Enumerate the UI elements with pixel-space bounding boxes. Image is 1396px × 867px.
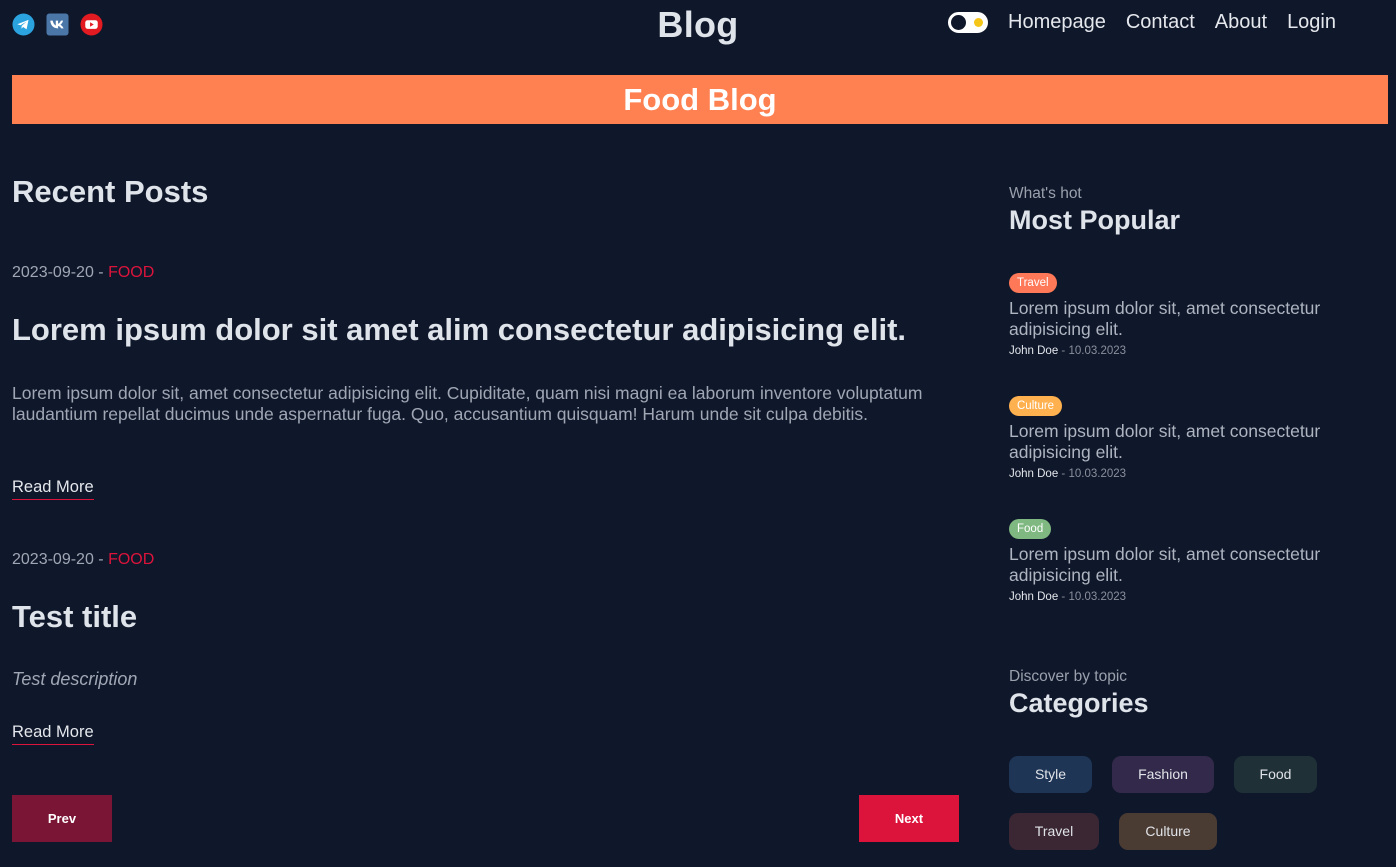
categories-title: Categories (1009, 688, 1149, 718)
meta-separator: - (1058, 468, 1069, 480)
popular-item[interactable]: Culture Lorem ipsum dolor sit, amet cons… (1009, 396, 1379, 480)
recent-posts-heading: Recent Posts (12, 174, 209, 209)
meta-separator: - (1058, 345, 1069, 357)
navbar: Blog Homepage Contact About Login (0, 0, 1396, 50)
post-meta: 2023-09-20 - FOOD (12, 551, 154, 569)
post-description: Lorem ipsum dolor sit, amet consectetur … (12, 383, 923, 424)
nav-link-login[interactable]: Login (1287, 11, 1336, 34)
category-travel[interactable]: Travel (1009, 813, 1099, 850)
popular-item-title[interactable]: Lorem ipsum dolor sit, amet consectetur … (1009, 298, 1379, 340)
read-more-link[interactable]: Read More (12, 478, 94, 500)
youtube-icon[interactable] (80, 13, 103, 36)
telegram-icon[interactable] (12, 13, 35, 36)
category-style[interactable]: Style (1009, 756, 1092, 793)
banner-title: Food Blog (623, 82, 777, 117)
popular-item[interactable]: Food Lorem ipsum dolor sit, amet consect… (1009, 519, 1379, 603)
toggle-knob (951, 15, 967, 30)
category-fashion[interactable]: Fashion (1112, 756, 1214, 793)
popular-item-title[interactable]: Lorem ipsum dolor sit, amet consectetur … (1009, 421, 1379, 463)
post-title[interactable]: Test title (12, 599, 137, 635)
theme-toggle[interactable] (948, 12, 989, 33)
post-date: 2023-09-20 (12, 551, 94, 568)
sun-icon (974, 18, 984, 27)
meta-separator: - (1058, 591, 1069, 603)
nav-link-homepage[interactable]: Homepage (1008, 11, 1106, 34)
post-date: 10.03.2023 (1068, 591, 1127, 603)
post-date: 10.03.2023 (1068, 345, 1127, 357)
categories-subtitle: Discover by topic (1009, 668, 1128, 685)
post-description: Test description (12, 669, 138, 689)
popular-tag: Culture (1009, 396, 1063, 416)
category-food[interactable]: Food (1234, 756, 1317, 793)
post-date: 2023-09-20 (12, 264, 94, 281)
popular-title: Most Popular (1009, 205, 1181, 235)
category-banner: Food Blog (12, 75, 1388, 124)
popular-tag: Food (1009, 519, 1052, 539)
popular-tag: Travel (1009, 273, 1057, 293)
popular-item-meta: John Doe - 10.03.2023 (1009, 468, 1379, 480)
post-meta: 2023-09-20 - FOOD (12, 264, 154, 282)
post-title[interactable]: Lorem ipsum dolor sit amet alim consecte… (12, 312, 906, 348)
meta-separator: - (93, 264, 109, 281)
author-name: John Doe (1009, 468, 1059, 480)
prev-button[interactable]: Prev (12, 795, 112, 842)
post-date: 10.03.2023 (1068, 468, 1127, 480)
vk-icon[interactable] (46, 13, 69, 36)
popular-item-meta: John Doe - 10.03.2023 (1009, 591, 1379, 603)
popular-item-meta: John Doe - 10.03.2023 (1009, 345, 1379, 357)
nav-link-about[interactable]: About (1215, 11, 1267, 34)
post-category[interactable]: FOOD (108, 264, 154, 281)
read-more-link[interactable]: Read More (12, 723, 94, 745)
author-name: John Doe (1009, 591, 1059, 603)
meta-separator: - (93, 551, 109, 568)
author-name: John Doe (1009, 345, 1059, 357)
popular-item[interactable]: Travel Lorem ipsum dolor sit, amet conse… (1009, 273, 1379, 357)
category-culture[interactable]: Culture (1119, 813, 1217, 850)
nav-link-contact[interactable]: Contact (1126, 11, 1195, 34)
social-links (12, 13, 103, 36)
next-button[interactable]: Next (859, 795, 959, 842)
popular-subtitle: What's hot (1009, 185, 1082, 202)
popular-item-title[interactable]: Lorem ipsum dolor sit, amet consectetur … (1009, 544, 1379, 586)
post-category[interactable]: FOOD (108, 551, 154, 568)
nav-menu: Homepage Contact About Login (948, 11, 1336, 34)
